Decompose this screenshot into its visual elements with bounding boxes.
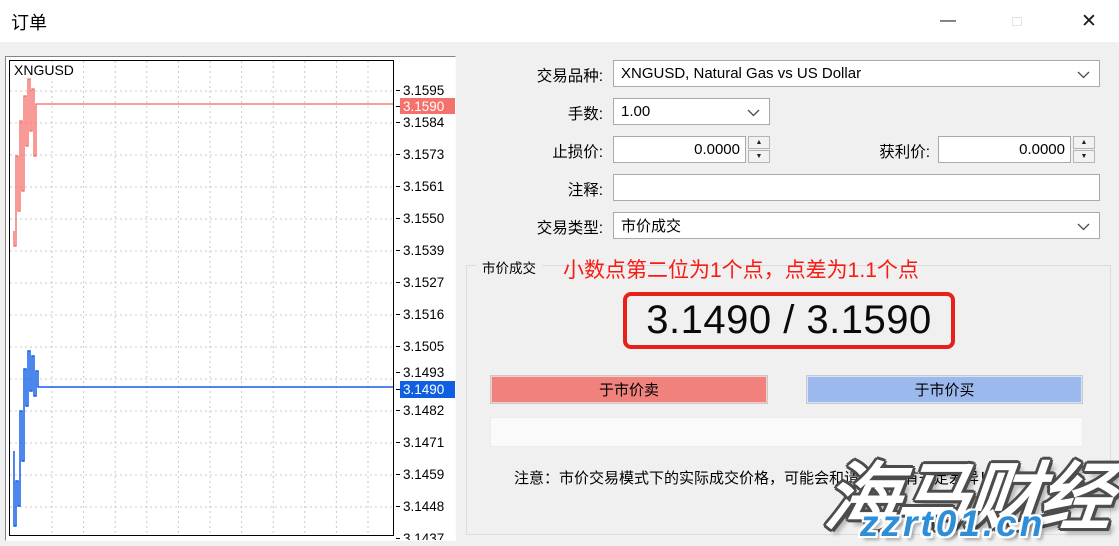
sell-by-market-button[interactable]: 于市价卖 [490,375,768,404]
stop-loss-down-button[interactable]: ▼ [748,150,770,163]
order-type-value: 市价成交 [614,215,681,236]
close-icon: ✕ [1081,12,1097,31]
chevron-down-icon [1077,223,1090,231]
close-button[interactable]: ✕ [1066,0,1112,42]
chevron-down-icon [747,109,760,117]
tick-chart-canvas [10,61,393,535]
buy-by-market-button[interactable]: 于市价买 [806,375,1083,404]
spread-annotation: 小数点第二位为1个点，点差为1.1个点 [563,254,919,284]
axis-price-label: 3.1505 [400,338,456,355]
maximize-button[interactable]: □ [994,0,1040,42]
axis-price-label: 3.1527 [400,274,456,291]
axis-price-label: 3.1550 [400,210,456,227]
axis-price-label: 3.1516 [400,306,456,323]
axis-price-label: 3.1437 [400,530,456,541]
quote-highlight-box: 3.1490 / 3.1590 [623,292,955,349]
axis-price-label: 3.1584 [400,114,456,131]
axis-price-label: 3.1595 [400,82,456,99]
stop-loss-label: 止损价: [453,140,603,162]
take-profit-up-button[interactable]: ▲ [1073,136,1095,149]
axis-price-label: 3.1493 [400,364,456,381]
comment-field[interactable] [613,174,1100,201]
symbol-value: XNGUSD, Natural Gas vs US Dollar [614,65,861,82]
take-profit-input[interactable]: 0.0000 [938,136,1071,163]
comment-label: 注释: [453,178,603,200]
volume-dropdown[interactable]: 1.00 [613,98,770,125]
take-profit-down-button[interactable]: ▼ [1073,150,1095,163]
price-scale: 3.15953.15903.1584 3.1573 3.1561 3.1550 3.15… [398,57,455,540]
axis-price-label: 3.1573 [400,146,456,163]
axis-price-label: 3.1459 [400,466,456,483]
bid-ask-quote: 3.1490 / 3.1590 [646,298,932,343]
order-type-dropdown[interactable]: 市价成交 [613,212,1100,239]
stop-loss-value: 0.0000 [694,141,745,158]
window-title: 订单 [11,9,47,35]
take-profit-stepper: ▲ ▼ [1073,136,1095,163]
stop-loss-input[interactable]: 0.0000 [613,136,746,163]
take-profit-value: 0.0000 [1019,141,1070,158]
stop-loss-stepper: ▲ ▼ [748,136,770,163]
symbol-dropdown[interactable]: XNGUSD, Natural Gas vs US Dollar [613,60,1100,87]
minimize-icon: — [940,13,956,29]
axis-price-label: 3.1482 [400,402,456,419]
title-bar: 订单 — □ ✕ [0,0,1119,42]
arrow-down-icon: ▼ [756,153,763,160]
market-execution-legend: 市价成交 [476,257,542,277]
axis-price-label: 3.1471 [400,434,456,451]
axis-price-label: 3.1561 [400,178,456,195]
arrow-up-icon: ▲ [756,139,763,146]
maximize-icon: □ [1012,14,1021,29]
arrow-down-icon: ▼ [1081,153,1088,160]
watermark-site: zzrt01.cn [860,503,1045,545]
stop-loss-up-button[interactable]: ▲ [748,136,770,149]
arrow-up-icon: ▲ [1081,139,1088,146]
minimize-button[interactable]: — [925,0,971,42]
take-profit-label: 获利价: [840,140,930,162]
volume-value: 1.00 [614,103,650,120]
volume-label: 手数: [453,102,603,124]
ask-price-label: 3.1590 [400,98,456,115]
quote-panel: XNGUSD 3.15953.15903.15843.15733.15613.1… [5,56,456,541]
chevron-down-icon [1077,71,1090,79]
chart-symbol-label: XNGUSD [14,62,74,78]
axis-price-label: 3.1539 [400,242,456,259]
tick-chart: XNGUSD [9,60,394,536]
order-type-label: 交易类型: [453,216,603,238]
bid-price-label: 3.1490 [400,381,456,398]
symbol-label: 交易品种: [453,64,603,86]
axis-price-label: 3.1448 [400,498,456,515]
